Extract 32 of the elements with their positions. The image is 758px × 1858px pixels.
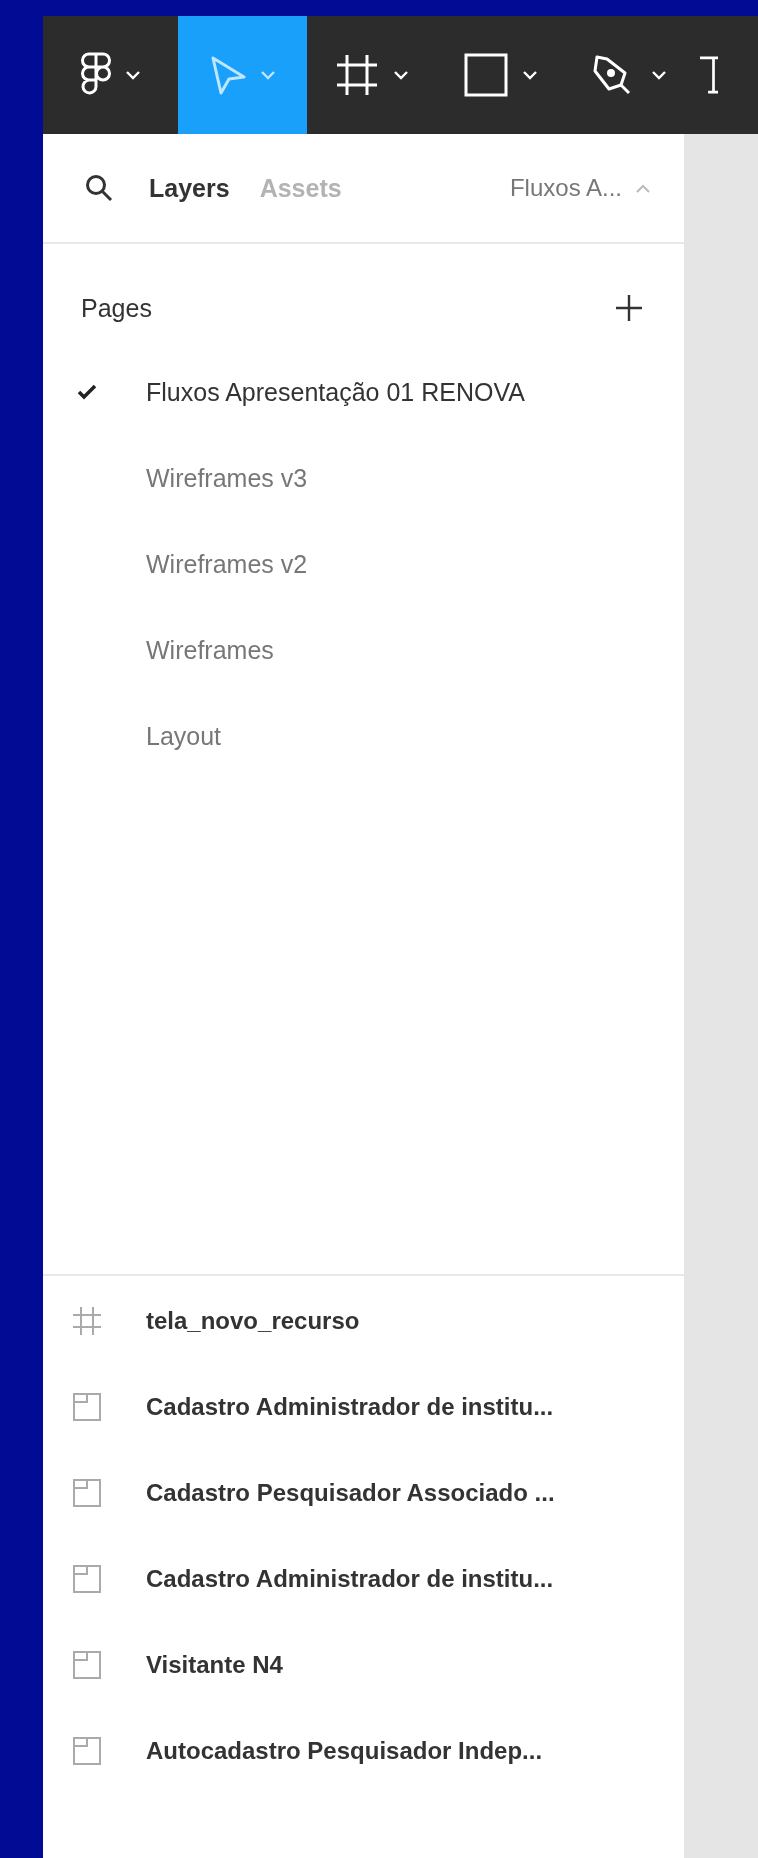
page-item[interactable]: Fluxos Apresentação 01 RENOVA [43, 349, 684, 435]
chevron-down-icon [124, 70, 141, 80]
chevron-down-icon [521, 70, 538, 80]
layer-item[interactable]: Autocadastro Pesquisador Indep... [43, 1708, 684, 1794]
section-icon [72, 1393, 101, 1421]
layer-item[interactable]: tela_novo_recurso [43, 1278, 684, 1364]
pointer-icon [209, 55, 246, 95]
section-icon [72, 1737, 101, 1765]
checkmark-icon [76, 384, 97, 400]
chevron-down-icon [392, 70, 409, 80]
section-icon [72, 1479, 101, 1507]
chevron-up-icon [636, 183, 650, 193]
panel-tab[interactable]: Layers [135, 173, 246, 203]
layer-item[interactable]: Cadastro Administrador de institu... [43, 1364, 684, 1450]
chevron-down-icon [259, 70, 276, 80]
layer-item[interactable]: Cadastro Pesquisador Associado ... [43, 1450, 684, 1536]
section-icon [72, 1565, 101, 1593]
square-icon [463, 53, 508, 97]
search-icon[interactable] [85, 174, 113, 202]
page-item[interactable]: Layout [43, 693, 684, 779]
pages-heading: Pages [81, 293, 152, 323]
page-item[interactable]: Wireframes v2 [43, 521, 684, 607]
section-icon [72, 1651, 101, 1679]
page-menu[interactable]: Fluxos A... [509, 174, 650, 202]
hash-icon [334, 53, 379, 97]
chevron-down-icon [650, 70, 667, 80]
page-item[interactable]: Wireframes [43, 607, 684, 693]
hash-icon [72, 1307, 101, 1335]
page-item[interactable]: Wireframes v3 [43, 435, 684, 521]
layer-item[interactable]: Visitante N4 [43, 1622, 684, 1708]
add-icon[interactable] [616, 295, 642, 321]
layer-item[interactable]: Cadastro Administrador de institu... [43, 1536, 684, 1622]
